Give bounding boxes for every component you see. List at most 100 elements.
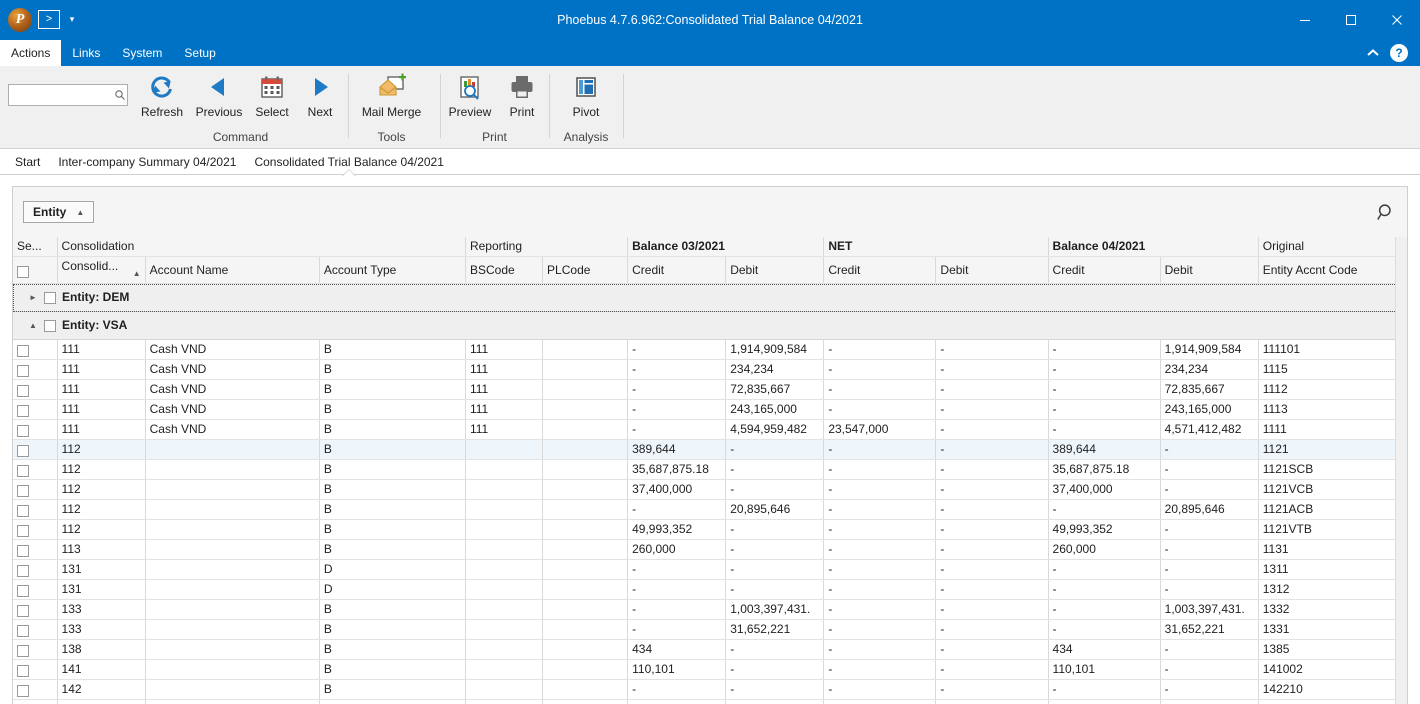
table-row[interactable]: 144B366,757---366,757-144 (13, 699, 1407, 704)
cell-plcode[interactable] (542, 639, 629, 660)
cell-net-credit[interactable]: - (823, 359, 937, 380)
cell-account-name[interactable] (145, 439, 320, 460)
column-header-bal03-debit[interactable]: Debit (725, 256, 825, 284)
cell-entity-accnt-code[interactable]: 141002 (1258, 659, 1407, 680)
cell-bal03-credit[interactable]: 110,101 (627, 659, 727, 680)
cell-account-name[interactable]: Cash VND (145, 419, 320, 440)
cell-bscode[interactable] (465, 659, 544, 680)
close-button[interactable] (1374, 0, 1420, 40)
cell-bal03-debit[interactable]: - (725, 479, 825, 500)
table-row[interactable]: 141 B 110,101- - -110,101-141002 (13, 659, 1407, 680)
cell-consol-code[interactable]: 111 (57, 379, 146, 400)
cell-net-credit[interactable]: - (823, 439, 937, 460)
grid-search-button[interactable] (1373, 199, 1399, 225)
cell-plcode[interactable] (542, 539, 629, 560)
cell-net-credit[interactable]: - (823, 379, 937, 400)
cell-account-name[interactable]: Cash VND (145, 359, 320, 380)
cell-bal03-debit[interactable]: - (725, 559, 825, 580)
cell-bscode[interactable]: 111 (465, 379, 544, 400)
cell-bscode[interactable] (465, 479, 544, 500)
cell-bscode[interactable] (465, 679, 544, 700)
band-consolidation[interactable]: Consolidation (57, 237, 466, 257)
cell-net-debit[interactable]: - (935, 639, 1049, 660)
cell-consol-code[interactable]: 112 (57, 499, 146, 520)
cell-bscode[interactable]: 111 (465, 399, 544, 420)
cell-account-name[interactable]: Cash VND (145, 399, 320, 420)
cell-net-debit[interactable]: - (935, 499, 1049, 520)
minimize-button[interactable] (1282, 0, 1328, 40)
cell-bal04-credit[interactable]: - (1048, 559, 1161, 580)
row-select-checkbox[interactable] (13, 399, 58, 420)
cell-net-debit[interactable]: - (935, 439, 1049, 460)
cell-bal04-debit[interactable]: - (1160, 519, 1259, 540)
cell-bal03-debit[interactable]: 234,234 (725, 359, 825, 380)
cell-entity-accnt-code[interactable]: 1385 (1258, 639, 1407, 660)
cell-consol-code[interactable]: 111 (57, 419, 146, 440)
cell-plcode[interactable] (542, 459, 629, 480)
table-row[interactable]: 113 B 260,000- - -260,000-1131 (13, 539, 1407, 560)
cell-bscode[interactable] (465, 699, 544, 704)
cell-bal03-debit[interactable]: - (725, 639, 825, 660)
cell-account-name[interactable] (145, 679, 320, 700)
cell-net-debit[interactable]: - (935, 559, 1049, 580)
cell-account-type[interactable]: B (319, 599, 466, 620)
cell-net-debit[interactable]: - (935, 619, 1049, 640)
cell-account-name[interactable] (145, 659, 320, 680)
cell-bal03-credit[interactable]: - (627, 339, 727, 360)
quick-access-terminal-icon[interactable]: > (38, 10, 60, 29)
row-select-checkbox[interactable] (13, 459, 58, 480)
refresh-button[interactable]: Refresh (134, 70, 190, 128)
cell-net-credit[interactable]: 23,547,000 (823, 419, 937, 440)
cell-consol-code[interactable]: 112 (57, 439, 146, 460)
cell-entity-accnt-code[interactable]: 1131 (1258, 539, 1407, 560)
cell-net-credit[interactable]: - (823, 579, 937, 600)
row-select-checkbox[interactable] (13, 439, 58, 460)
cell-consol-code[interactable]: 112 (57, 479, 146, 500)
cell-bal04-credit[interactable]: - (1048, 599, 1161, 620)
cell-bscode[interactable] (465, 459, 544, 480)
cell-bal04-debit[interactable]: - (1160, 459, 1259, 480)
cell-net-credit[interactable]: - (823, 479, 937, 500)
table-row[interactable]: 112 B -20,895,646- - -20,895,646 1121ACB (13, 499, 1407, 520)
cell-bal04-credit[interactable]: 366,757 (1048, 699, 1161, 704)
cell-consol-code[interactable]: 112 (57, 519, 146, 540)
cell-entity-accnt-code[interactable]: 1111 (1258, 419, 1407, 440)
cell-plcode[interactable] (542, 499, 629, 520)
cell-account-name[interactable] (145, 579, 320, 600)
cell-consol-code[interactable]: 142 (57, 679, 146, 700)
cell-bal04-credit[interactable]: 260,000 (1048, 539, 1161, 560)
cell-net-credit[interactable]: - (823, 659, 937, 680)
column-header-bscode[interactable]: BSCode (465, 256, 544, 284)
cell-entity-accnt-code[interactable]: 1121VCB (1258, 479, 1407, 500)
cell-net-credit[interactable]: - (823, 639, 937, 660)
column-header-consol-code[interactable]: Consolid... ▲ (57, 256, 146, 284)
cell-entity-accnt-code[interactable]: 1115 (1258, 359, 1407, 380)
cell-net-credit[interactable]: - (823, 459, 937, 480)
cell-account-type[interactable]: B (319, 659, 466, 680)
cell-bal04-debit[interactable]: - (1160, 539, 1259, 560)
cell-net-debit[interactable]: - (935, 539, 1049, 560)
menu-item-setup[interactable]: Setup (173, 40, 226, 66)
cell-net-credit[interactable]: - (823, 539, 937, 560)
cell-consol-code[interactable]: 131 (57, 559, 146, 580)
cell-account-name[interactable] (145, 699, 320, 704)
cell-bal03-credit[interactable]: 434 (627, 639, 727, 660)
menu-item-system[interactable]: System (111, 40, 173, 66)
cell-account-type[interactable]: B (319, 679, 466, 700)
cell-plcode[interactable] (542, 619, 629, 640)
cell-consol-code[interactable]: 133 (57, 619, 146, 640)
table-row[interactable]: 112 B 35,687,875.18- - -35,687,875.18-1121SC… (13, 459, 1407, 480)
row-select-checkbox[interactable] (13, 539, 58, 560)
cell-consol-code[interactable]: 112 (57, 459, 146, 480)
cell-bal03-credit[interactable]: 260,000 (627, 539, 727, 560)
row-select-checkbox[interactable] (13, 599, 58, 620)
cell-bscode[interactable] (465, 639, 544, 660)
cell-account-name[interactable] (145, 519, 320, 540)
cell-net-debit[interactable]: - (935, 339, 1049, 360)
cell-bal04-credit[interactable]: - (1048, 339, 1161, 360)
row-select-checkbox[interactable] (13, 559, 58, 580)
table-row[interactable]: 112 B 37,400,000- - -37,400,000-1121VCB (13, 479, 1407, 500)
cell-plcode[interactable] (542, 359, 629, 380)
table-row[interactable]: 111 Cash VND B 111-234,234- - -234,234 1115 (13, 359, 1407, 380)
cell-net-debit[interactable]: - (935, 599, 1049, 620)
